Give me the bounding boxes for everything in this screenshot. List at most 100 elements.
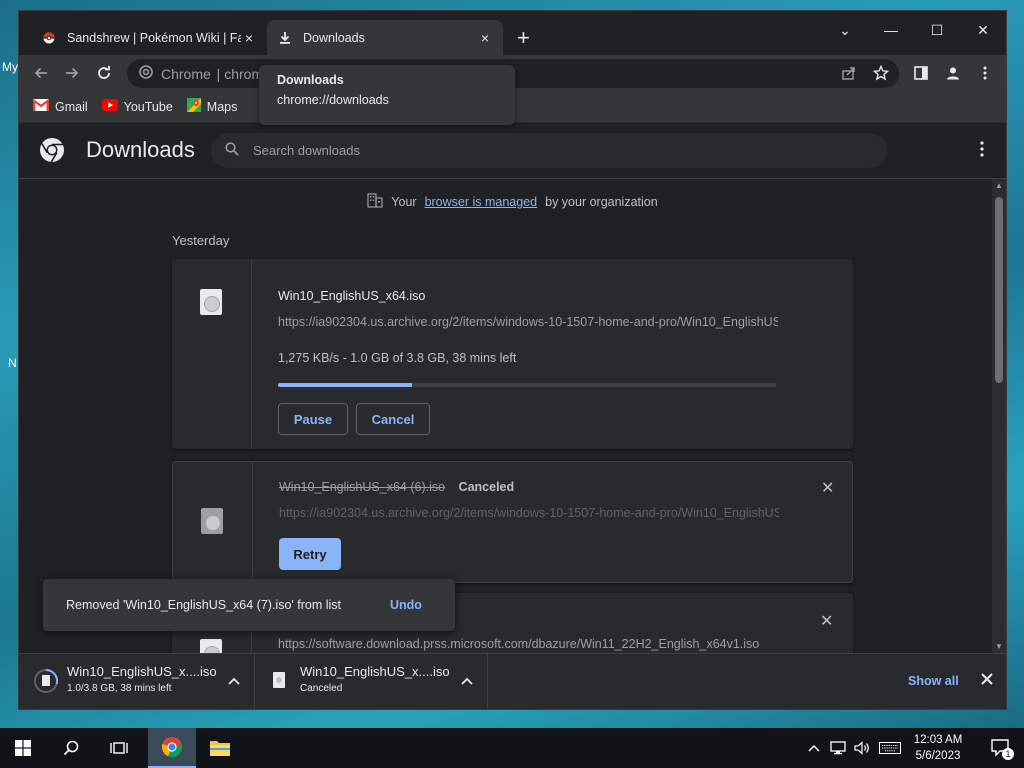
close-window-button[interactable]: ✕ (960, 15, 1006, 45)
managed-link[interactable]: browser is managed (425, 195, 538, 209)
menu-kebab-icon[interactable] (973, 61, 997, 85)
download-icon (277, 30, 293, 46)
download-url: https://ia902304.us.archive.org/2/items/… (279, 506, 779, 520)
chevron-up-icon[interactable] (802, 728, 826, 768)
task-view-icon[interactable] (96, 728, 142, 768)
download-state: Canceled (458, 480, 515, 494)
tab-title: Downloads (303, 30, 365, 45)
youtube-icon (101, 99, 118, 114)
downloads-page: Downloads Search downloads Your browser … (19, 123, 1006, 653)
side-panel-icon[interactable] (909, 61, 933, 85)
reload-icon[interactable] (92, 61, 116, 85)
download-progress-bar (278, 383, 776, 387)
progress-ring-file-icon (33, 668, 59, 699)
notification-count-badge: 1 (1002, 748, 1014, 760)
shelf-item-text: Win10_EnglishUS_x....iso Canceled (300, 664, 450, 694)
search-placeholder: Search downloads (253, 143, 360, 158)
disc-file-icon (200, 639, 222, 653)
tab-strip: Sandshrew | Pokémon Wiki | Fandom × Down… (19, 11, 1006, 55)
scroll-up-arrow-icon[interactable]: ▲ (995, 181, 1003, 190)
clock-date: 5/6/2023 (915, 750, 961, 762)
bookmark-youtube[interactable]: YouTube (101, 99, 173, 114)
search-input[interactable]: Search downloads (211, 133, 887, 168)
notification-center-icon[interactable]: 1 (978, 728, 1024, 768)
taskbar-clock[interactable]: 12:03 AM 5/6/2023 (906, 732, 970, 764)
download-progress-fill (278, 383, 413, 387)
pokeball-icon (41, 30, 57, 46)
tab-downloads[interactable]: Downloads × (267, 20, 503, 55)
cancel-button[interactable]: Cancel (356, 403, 430, 435)
pause-button[interactable]: Pause (278, 403, 348, 435)
shelf-item[interactable]: Win10_EnglishUS_x....iso 1.0/3.8 GB, 38 … (19, 654, 255, 710)
more-actions-kebab-icon[interactable] (980, 141, 984, 157)
bookmark-label: Gmail (55, 99, 88, 114)
hover-card-title: Downloads (277, 73, 344, 87)
managed-notice: Your browser is managed by your organiza… (19, 193, 1006, 211)
retry-button[interactable]: Retry (279, 538, 341, 570)
file-explorer-icon[interactable] (197, 728, 243, 768)
chrome-logo-icon (139, 65, 153, 82)
shelf-filename: Win10_EnglishUS_x....iso (67, 664, 217, 679)
shelf-filename: Win10_EnglishUS_x....iso (300, 664, 450, 679)
managed-suffix: by your organization (545, 195, 658, 209)
network-icon[interactable] (826, 728, 850, 768)
show-all-button[interactable]: Show all (908, 674, 959, 688)
profile-icon[interactable] (941, 61, 965, 85)
shelf-status: Canceled (300, 683, 343, 694)
bookmark-label: Maps (206, 99, 238, 114)
download-filename[interactable]: Win10_EnglishUS_x64.iso (278, 289, 425, 303)
search-icon (225, 142, 239, 159)
back-arrow-icon[interactable] (29, 61, 53, 85)
tab-close-button[interactable]: × (241, 30, 257, 46)
close-shelf-icon[interactable] (981, 668, 993, 691)
search-icon[interactable] (48, 728, 94, 768)
file-icon (273, 672, 285, 693)
share-icon[interactable] (837, 61, 861, 85)
bookmark-star-icon[interactable] (869, 61, 893, 85)
shelf-item[interactable]: Win10_EnglishUS_x....iso Canceled (255, 654, 488, 710)
chrome-taskbar-icon[interactable] (148, 728, 196, 768)
search-tabs-button[interactable]: ⌄ (822, 15, 868, 45)
tab-hover-card: Downloads chrome://downloads (259, 65, 515, 125)
file-icon-column (173, 462, 253, 582)
page-scrollbar[interactable]: ▲ ▼ (992, 179, 1006, 653)
shelf-status: 1.0/3.8 GB, 38 mins left (67, 683, 172, 694)
tab-sandshrew[interactable]: Sandshrew | Pokémon Wiki | Fandom × (31, 20, 267, 55)
tab-close-button[interactable]: × (477, 30, 493, 46)
page-title: Downloads (86, 137, 195, 162)
keyboard-icon[interactable] (876, 728, 904, 768)
chrome-logo-icon (39, 137, 65, 168)
volume-icon[interactable] (850, 728, 874, 768)
maximize-button[interactable]: ☐ (914, 15, 960, 45)
gmail-icon (32, 99, 50, 114)
scroll-down-arrow-icon[interactable]: ▼ (995, 642, 1003, 651)
removed-toast: Removed 'Win10_EnglishUS_x64 (7).iso' fr… (43, 579, 455, 631)
file-icon-column (172, 259, 252, 449)
minimize-button[interactable]: — (868, 15, 914, 45)
desktop-icon-label: N (8, 356, 17, 370)
new-tab-button[interactable]: + (517, 25, 530, 51)
omnibox-chip-label: Chrome (161, 65, 211, 82)
download-shelf: Win10_EnglishUS_x....iso 1.0/3.8 GB, 38 … (19, 653, 1006, 710)
maps-icon (186, 98, 201, 115)
chevron-up-icon[interactable] (228, 674, 240, 688)
undo-button[interactable]: Undo (390, 598, 422, 612)
windows-start-icon[interactable] (0, 728, 46, 768)
download-url[interactable]: https://ia902304.us.archive.org/2/items/… (278, 315, 778, 329)
omnibox-separator: | (212, 65, 225, 82)
downloads-header: Downloads Search downloads (19, 123, 1006, 179)
download-filename: Win10_EnglishUS_x64 (6).iso (279, 480, 446, 494)
bookmark-label: YouTube (123, 99, 173, 114)
remove-item-close-icon[interactable]: ✕ (821, 478, 834, 498)
building-icon (367, 193, 383, 211)
bookmark-gmail[interactable]: Gmail (32, 99, 88, 114)
chevron-up-icon[interactable] (461, 674, 473, 688)
scrollbar-thumb[interactable] (995, 197, 1003, 383)
remove-item-close-icon[interactable]: ✕ (820, 611, 833, 631)
download-title-row: Win10_EnglishUS_x64 (6).iso Canceled (279, 480, 514, 494)
bookmark-maps[interactable]: Maps (186, 98, 238, 115)
shelf-item-text: Win10_EnglishUS_x....iso 1.0/3.8 GB, 38 … (67, 664, 217, 694)
forward-arrow-icon[interactable] (60, 61, 84, 85)
tab-title: Sandshrew | Pokémon Wiki | Fandom (67, 30, 241, 45)
download-url[interactable]: https://software.download.prss.microsoft… (278, 637, 778, 651)
